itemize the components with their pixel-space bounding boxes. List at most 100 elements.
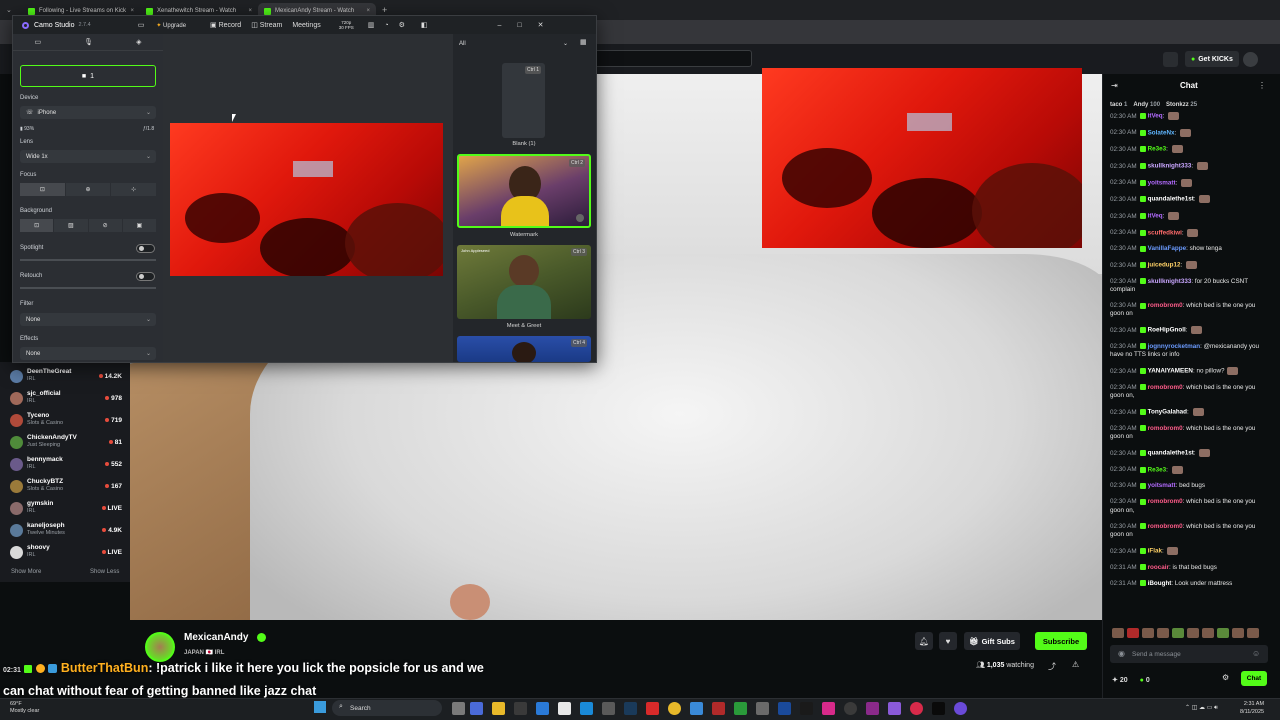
show-less-link[interactable]: Show Less: [90, 569, 119, 575]
retouch-slider[interactable]: [20, 287, 156, 289]
panel-toggle-icon[interactable]: ◧: [421, 21, 428, 29]
focus-face-icon[interactable]: ⊕: [65, 183, 111, 196]
bell-icon[interactable]: 🔔︎: [915, 632, 933, 650]
app-icon[interactable]: [602, 702, 615, 715]
background-remove-icon[interactable]: ⊘: [88, 219, 122, 232]
camo-preview-video[interactable]: [170, 123, 443, 276]
spotlight-slider[interactable]: [20, 259, 156, 261]
system-tray-icons[interactable]: ⌃ ◫ ☁ ▭ 🔊︎: [1185, 704, 1218, 712]
filter-select[interactable]: None ⌄: [20, 313, 156, 326]
sidebar-channel-tyceno[interactable]: Tyceno Slots & Casino 719: [10, 410, 122, 430]
layers-tab-icon[interactable]: ◈: [136, 38, 141, 46]
message-username[interactable]: Re3e3: [1148, 466, 1167, 473]
user-avatar[interactable]: [1243, 52, 1258, 67]
youtube-icon[interactable]: [646, 702, 659, 715]
chat-message-input[interactable]: Send a message: [1110, 645, 1268, 663]
emoji-picker-icon[interactable]: ☺: [1252, 649, 1260, 658]
steam-icon[interactable]: [624, 702, 637, 715]
menu-icon[interactable]: [1163, 52, 1178, 67]
close-tab-icon[interactable]: ×: [366, 8, 370, 14]
background-none-icon[interactable]: ⊡: [20, 219, 54, 232]
emote-icon[interactable]: [1187, 628, 1199, 638]
app-icon[interactable]: [866, 702, 879, 715]
message-username[interactable]: SolateNx: [1148, 129, 1175, 136]
emote-icon[interactable]: [1232, 628, 1244, 638]
app-icon[interactable]: [888, 702, 901, 715]
layout-icon[interactable]: ▥: [368, 21, 375, 29]
message-username[interactable]: iFlak: [1148, 548, 1162, 555]
emote-icon[interactable]: [1202, 628, 1214, 638]
app-icon[interactable]: [932, 702, 945, 715]
message-username[interactable]: itVeq: [1148, 113, 1163, 120]
taskbar-clock[interactable]: 2:31 AM 8/11/2025: [1240, 700, 1264, 716]
message-username[interactable]: yoitsmatt: [1148, 482, 1176, 489]
message-username[interactable]: quandalethe1st: [1148, 450, 1194, 457]
focus-auto-icon[interactable]: ⊡: [20, 183, 65, 196]
tab-list-icon[interactable]: ⌄: [0, 6, 22, 14]
maximize-icon[interactable]: □: [517, 22, 521, 29]
sidebar-channel-deenthegreat[interactable]: DeenTheGreat IRL 14.2K: [10, 366, 122, 386]
get-kicks-button[interactable]: ● Get KICKs: [1185, 51, 1239, 67]
scene-blank[interactable]: Ctrl 1: [502, 63, 545, 138]
settings-icon[interactable]: ⚙: [399, 21, 405, 29]
task-view-icon[interactable]: [452, 702, 465, 715]
share-icon[interactable]: ⤴: [1048, 661, 1056, 672]
app-icon[interactable]: [800, 702, 813, 715]
minimize-icon[interactable]: –: [498, 22, 502, 29]
close-tab-icon[interactable]: ×: [130, 8, 134, 14]
close-tab-icon[interactable]: ×: [248, 8, 252, 14]
xbox-icon[interactable]: [734, 702, 747, 715]
app-icon[interactable]: [470, 702, 483, 715]
message-username[interactable]: romobrom0: [1148, 498, 1183, 505]
camera-tab-icon[interactable]: ▭: [35, 38, 42, 46]
emote-icon[interactable]: [1127, 628, 1139, 638]
heart-icon[interactable]: ♥: [939, 632, 957, 650]
message-username[interactable]: roocair: [1148, 564, 1169, 571]
gift-subs-button[interactable]: 🎁︎ Gift Subs: [964, 632, 1020, 650]
file-explorer-icon[interactable]: [492, 702, 505, 715]
gear-icon[interactable]: ⚙: [1222, 673, 1229, 682]
app-icon[interactable]: [690, 702, 703, 715]
collapse-chat-icon[interactable]: ⇥: [1111, 81, 1118, 90]
sidebar-channel-kaneljoseph[interactable]: kaneljoseph Twelve Minutes 4.9K: [10, 520, 122, 540]
source-1-button[interactable]: ■ 1: [20, 65, 156, 87]
message-username[interactable]: VanillaFappe: [1148, 245, 1187, 252]
message-username[interactable]: iBought: [1148, 580, 1172, 587]
background-image-icon[interactable]: ▣: [122, 219, 156, 232]
emote-icon[interactable]: [1172, 628, 1184, 638]
edge-icon[interactable]: [580, 702, 593, 715]
sidebar-channel-bennymack[interactable]: bennymack IRL 552: [10, 454, 122, 474]
sidebar-channel-sjc-official[interactable]: sjc_official IRL 978: [10, 388, 122, 408]
scenes-filter-select[interactable]: All ⌄: [456, 38, 568, 49]
message-username[interactable]: RoeHipGnoll: [1148, 327, 1186, 334]
app-icon[interactable]: [844, 702, 857, 715]
message-username[interactable]: romobrom0: [1148, 384, 1183, 391]
upgrade-button[interactable]: ✦ Upgrade: [156, 22, 186, 29]
app-icon[interactable]: [756, 702, 769, 715]
report-icon[interactable]: ⚠: [1072, 660, 1079, 669]
chat-settings-icon[interactable]: ⋮: [1258, 81, 1266, 90]
message-username[interactable]: TonyGalahad: [1148, 409, 1187, 416]
message-username[interactable]: YANAIYAMEEN: [1148, 368, 1193, 375]
spotlight-toggle[interactable]: [136, 244, 155, 253]
message-username[interactable]: quandalethe1st: [1148, 196, 1194, 203]
app-icon[interactable]: [822, 702, 835, 715]
app-icon[interactable]: [778, 702, 791, 715]
new-tab-button[interactable]: +: [382, 5, 387, 15]
sidebar-channel-shoovy[interactable]: shoovy IRL LIVE: [10, 542, 122, 562]
app-icon[interactable]: [514, 702, 527, 715]
stream-button[interactable]: ◫ Stream: [251, 21, 282, 29]
app-icon[interactable]: [536, 702, 549, 715]
effects-select[interactable]: None ⌄: [20, 347, 156, 360]
close-icon[interactable]: ✕: [538, 21, 544, 29]
message-username[interactable]: juicedup12: [1148, 262, 1181, 269]
app-icon[interactable]: [712, 702, 725, 715]
show-more-link[interactable]: Show More: [11, 569, 41, 575]
chrome-icon[interactable]: [668, 702, 681, 715]
focus-manual-icon[interactable]: ⊹: [111, 183, 157, 196]
bell-icon[interactable]: ◔: [384, 22, 388, 29]
sidebar-channel-gymskin[interactable]: gymskin IRL LIVE: [10, 498, 122, 518]
lens-select[interactable]: Wide 1x ⌄: [20, 150, 156, 163]
message-username[interactable]: scuffedkiwi: [1148, 229, 1182, 236]
message-username[interactable]: yoitsmatt: [1148, 179, 1176, 186]
